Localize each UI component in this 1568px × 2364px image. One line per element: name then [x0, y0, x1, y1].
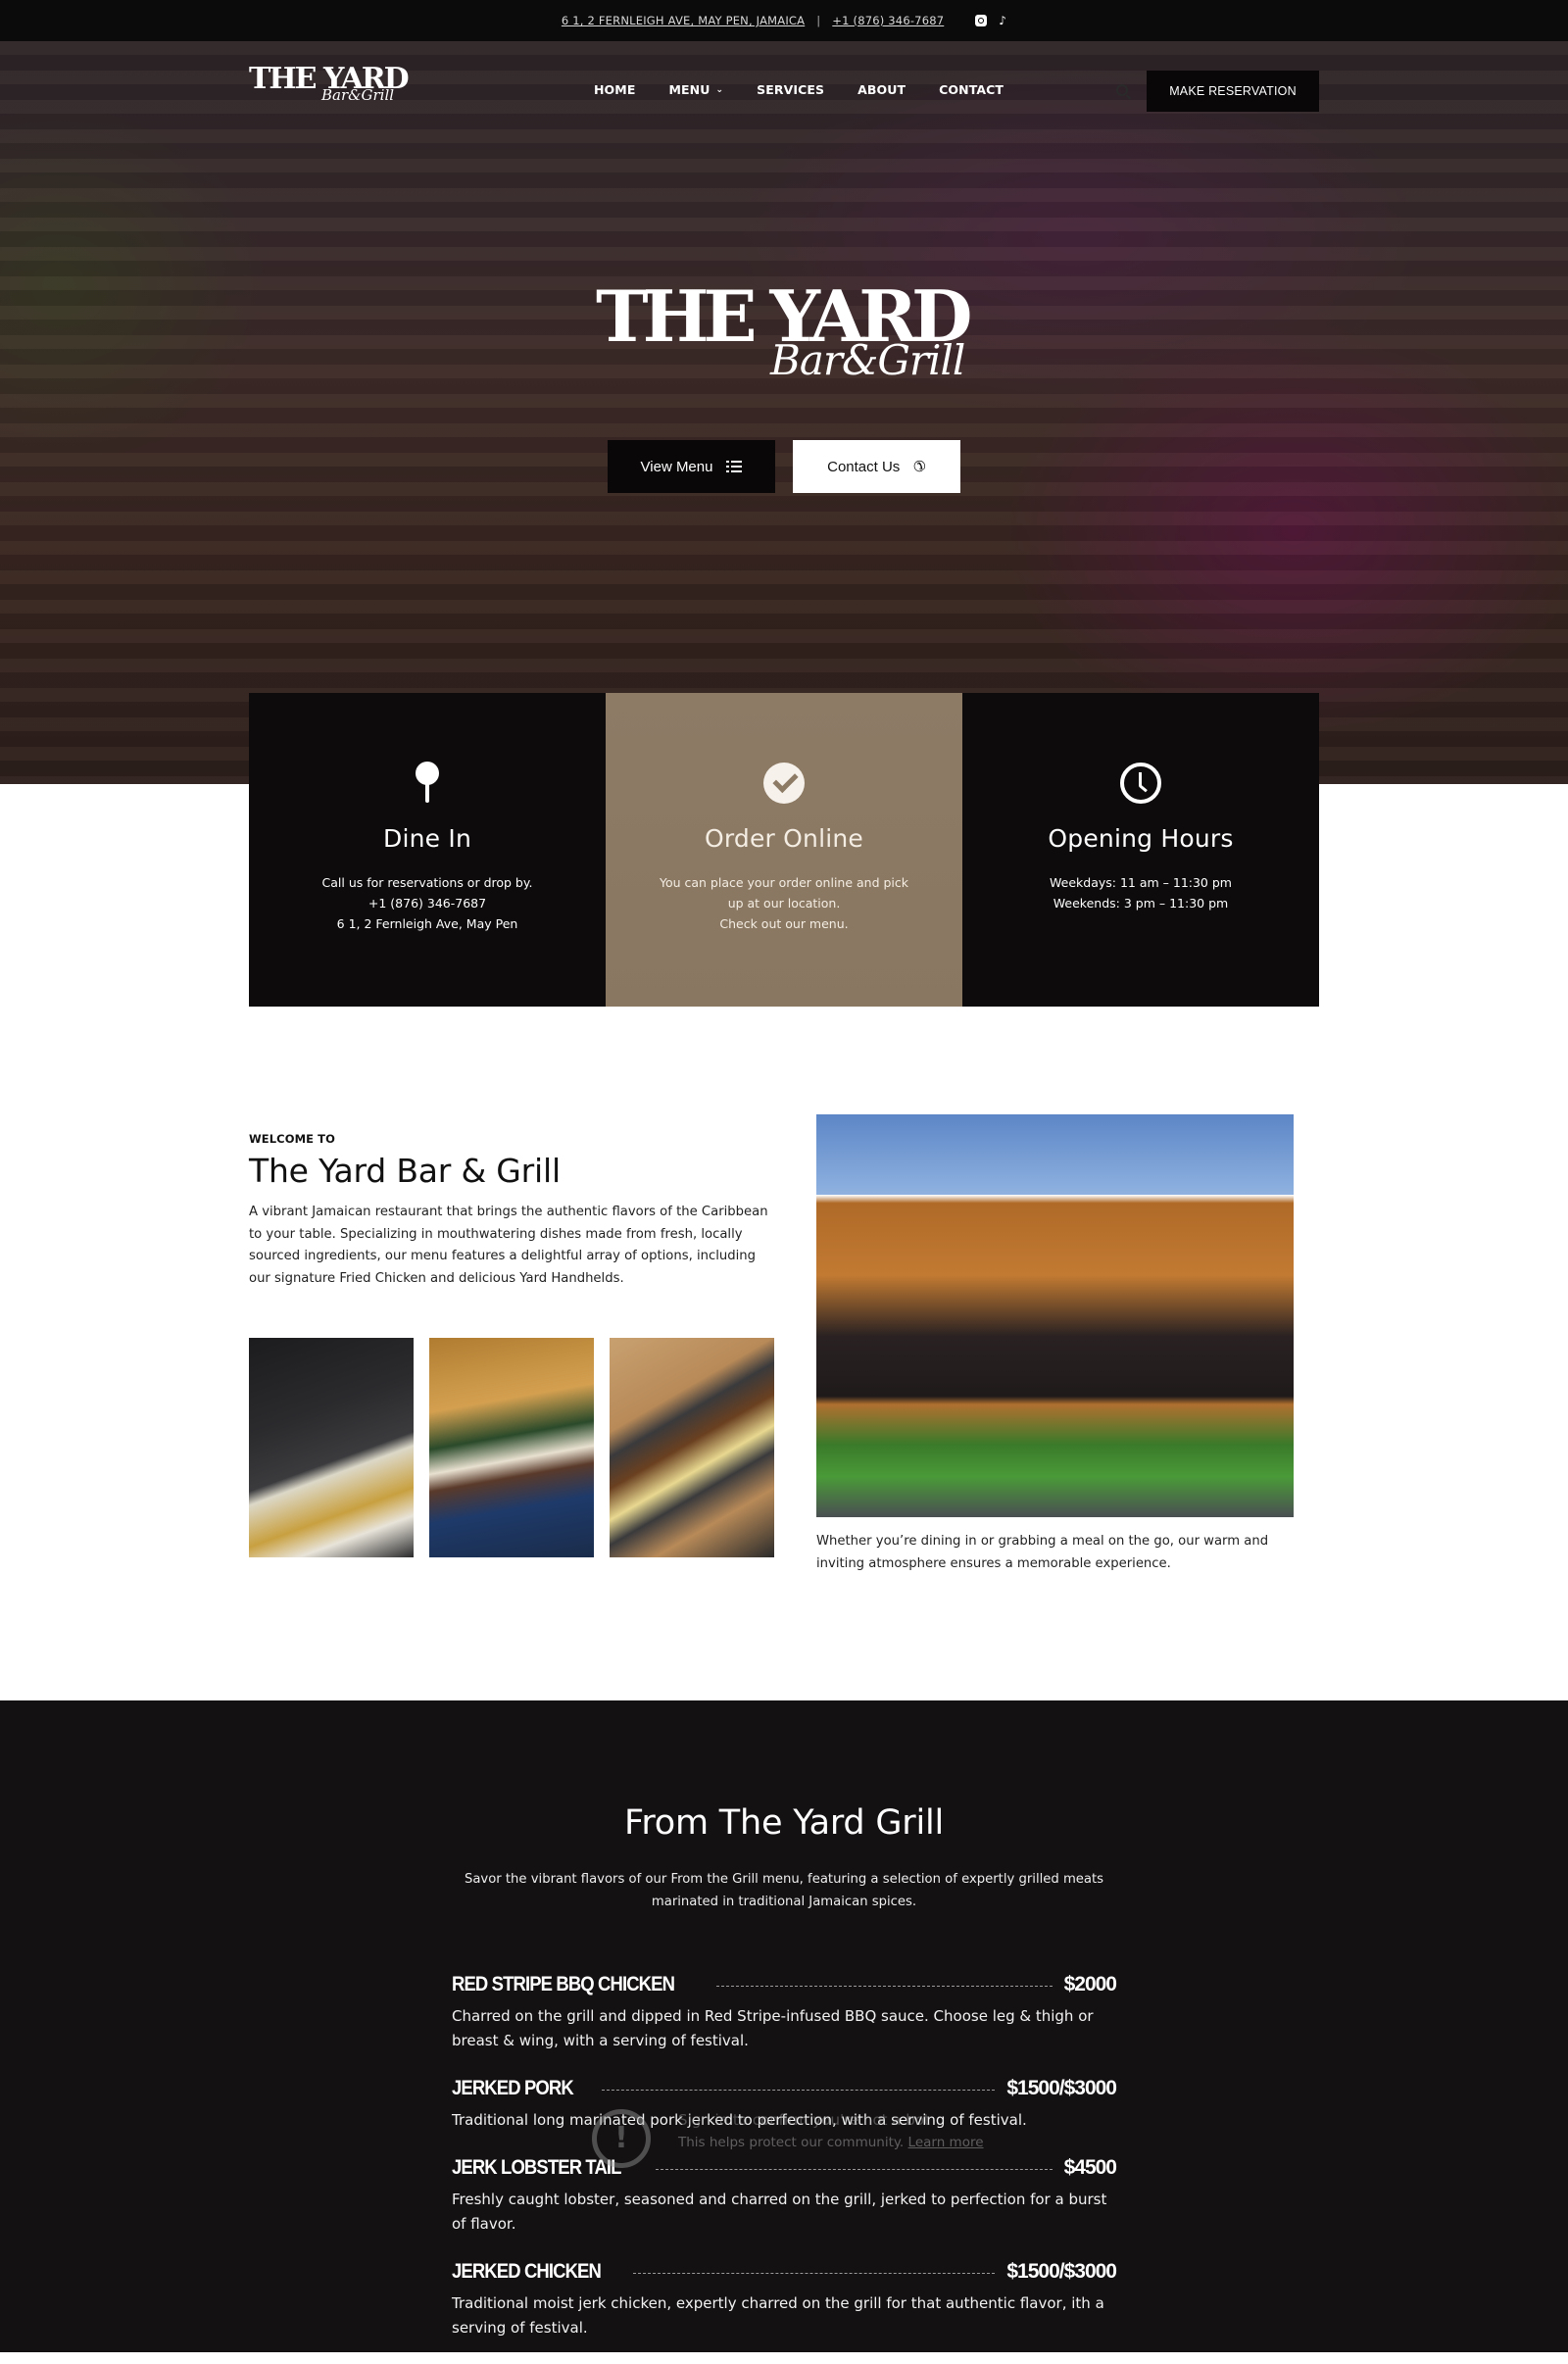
- separator: |: [816, 14, 821, 27]
- restaurant-exterior-photo: [816, 1114, 1294, 1517]
- exterior-caption: Whether you’re dining in or grabbing a m…: [816, 1534, 1269, 1571]
- card-line: up at our location.: [727, 896, 841, 911]
- food-photo-chicken-fries[interactable]: [249, 1338, 414, 1557]
- hero-logo-script: Bar&Grill: [770, 336, 965, 384]
- grill-items: Red Stripe BBQ Chicken $2000 Charred on …: [452, 1973, 1117, 2364]
- check-circle-icon: [763, 763, 805, 804]
- card-line: You can place your order online and pick: [659, 875, 909, 890]
- nav-menu: HOME MENU ⌄ SERVICES ABOUT CONTACT: [594, 82, 1037, 97]
- menu-item-name: Red Stripe BBQ Chicken: [452, 1973, 675, 1995]
- card-menu-link[interactable]: Check out our menu.: [606, 913, 962, 934]
- bot-notice-body: This helps protect our community. Learn …: [678, 2135, 984, 2150]
- welcome-section: WELCOME TO The Yard Bar & Grill A vibran…: [249, 1132, 778, 1290]
- welcome-title: The Yard Bar & Grill: [249, 1152, 561, 1190]
- menu-item-desc: Freshly caught lobster, seasoned and cha…: [452, 2191, 1107, 2233]
- view-menu-button[interactable]: View Menu: [608, 440, 775, 493]
- hours-weekends: Weekends: 3 pm – 11:30 pm: [1053, 896, 1229, 911]
- card-title: Opening Hours: [1048, 824, 1234, 853]
- nav-item-about[interactable]: ABOUT: [858, 82, 906, 97]
- grill-title: From The Yard Grill: [623, 1803, 945, 1843]
- menu-item-price: $1500/$3000: [1006, 2260, 1117, 2283]
- menu-item: Jerked Chicken $1500/$3000 Traditional m…: [452, 2260, 1117, 2340]
- view-menu-label: View Menu: [640, 458, 713, 475]
- bot-check-notice: ! Sign in to confirm you're not a bot Th…: [590, 2107, 1002, 2168]
- feature-cards: Dine In Call us for reservations or drop…: [249, 693, 1319, 1007]
- main-nav: THE YARD Bar&Grill HOME MENU ⌄ SERVICES A…: [0, 41, 1568, 139]
- logo-script: Bar&Grill: [321, 86, 395, 104]
- card-address: 6 1, 2 Fernleigh Ave, May Pen: [336, 916, 518, 931]
- food-photo-steak-plate[interactable]: [610, 1338, 774, 1557]
- card-title: Dine In: [383, 824, 471, 853]
- address-link[interactable]: 6 1, 2 FERNLEIGH AVE, MAY PEN, JAMAICA: [562, 14, 805, 27]
- nav-label: SERVICES: [757, 82, 825, 97]
- menu-item-name: Jerked Pork: [452, 2077, 574, 2099]
- card-order-online[interactable]: Order Online You can place your order on…: [606, 693, 962, 1007]
- bot-notice-text: This helps protect our community.: [678, 2135, 905, 2150]
- menu-item-price: $4500: [1063, 2156, 1117, 2179]
- phone-link[interactable]: +1 (876) 346-7687: [832, 14, 944, 27]
- list-icon: [726, 461, 743, 472]
- search-icon[interactable]: [1116, 84, 1128, 96]
- grill-menu-section: From The Yard Grill Savor the vibrant fl…: [0, 1700, 1568, 2352]
- contact-us-button[interactable]: Contact Us ✆: [793, 440, 960, 493]
- hero-section: THE YARD Bar&Grill View Menu Contact Us …: [0, 41, 1568, 784]
- make-reservation-button[interactable]: MAKE RESERVATION: [1147, 71, 1319, 112]
- food-gallery: [249, 1338, 775, 1557]
- dotted-leader: [656, 2168, 1053, 2170]
- menu-item-desc: Charred on the grill and dipped in Red S…: [452, 2007, 1094, 2049]
- pin-icon: [416, 762, 439, 805]
- nav-label: CONTACT: [939, 82, 1004, 97]
- dotted-leader: [632, 2272, 996, 2274]
- card-line: Call us for reservations or drop by.: [321, 875, 533, 890]
- chevron-down-icon: ⌄: [715, 84, 724, 95]
- phone-icon: ✆: [913, 459, 926, 475]
- nav-item-menu[interactable]: MENU ⌄: [668, 82, 723, 97]
- grill-intro: Savor the vibrant flavors of our From th…: [464, 1872, 1104, 1909]
- menu-item: Red Stripe BBQ Chicken $2000 Charred on …: [452, 1973, 1117, 2053]
- nav-label: ABOUT: [858, 82, 906, 97]
- menu-item-price: $1500/$3000: [1006, 2077, 1117, 2099]
- nav-item-home[interactable]: HOME: [594, 82, 635, 97]
- menu-item-desc: Traditional moist jerk chicken, expertly…: [452, 2294, 1104, 2337]
- nav-item-contact[interactable]: CONTACT: [939, 82, 1004, 97]
- nav-item-services[interactable]: SERVICES: [757, 82, 824, 97]
- menu-item-name: Jerked Chicken: [452, 2260, 602, 2283]
- dotted-leader: [601, 2089, 996, 2091]
- alert-icon: !: [592, 2109, 651, 2168]
- card-dine-in: Dine In Call us for reservations or drop…: [249, 693, 606, 1007]
- nav-label: HOME: [594, 82, 636, 97]
- card-opening-hours: Opening Hours Weekdays: 11 am – 11:30 pm…: [962, 693, 1319, 1007]
- nav-label: MENU: [668, 82, 710, 97]
- hero-overlay: [0, 41, 1568, 784]
- menu-item: Jerk Lobster Tail $4500 Freshly caught l…: [452, 2156, 1117, 2237]
- dotted-leader: [716, 1985, 1053, 1987]
- card-title: Order Online: [704, 824, 864, 853]
- welcome-body: A vibrant Jamaican restaurant that bring…: [249, 1205, 768, 1286]
- card-phone[interactable]: +1 (876) 346-7687: [249, 893, 606, 913]
- food-photo-milkshake[interactable]: [429, 1338, 594, 1557]
- instagram-icon[interactable]: [975, 15, 988, 26]
- hours-weekdays: Weekdays: 11 am – 11:30 pm: [1050, 875, 1232, 890]
- tiktok-icon[interactable]: ♪: [999, 15, 1006, 26]
- top-info-bar: 6 1, 2 FERNLEIGH AVE, MAY PEN, JAMAICA |…: [0, 0, 1568, 41]
- learn-more-link[interactable]: Learn more: [908, 2135, 984, 2150]
- social-links: ♪: [975, 15, 1006, 26]
- clock-icon: [1120, 763, 1161, 804]
- bot-notice-title: Sign in to confirm you're not a bot: [678, 2111, 930, 2129]
- site-logo[interactable]: THE YARD Bar&Grill: [249, 65, 410, 105]
- contact-us-label: Contact Us: [827, 458, 901, 475]
- hero-logo: THE YARD Bar&Grill: [596, 281, 988, 399]
- menu-item-price: $2000: [1063, 1973, 1117, 1995]
- welcome-kicker: WELCOME TO: [249, 1132, 336, 1146]
